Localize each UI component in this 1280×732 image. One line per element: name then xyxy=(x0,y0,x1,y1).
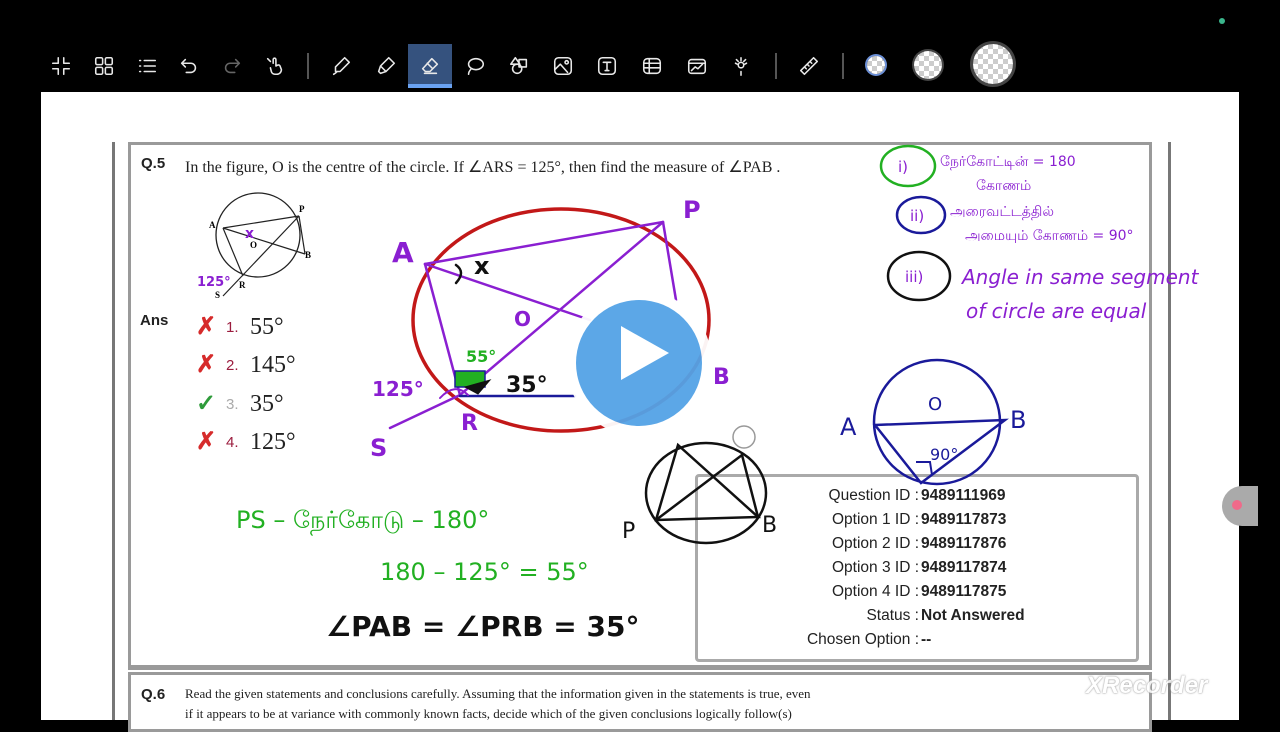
image-icon xyxy=(553,56,573,76)
question-figure: A P O B R S x 125° xyxy=(197,192,311,300)
option-value: 145° xyxy=(250,351,296,378)
fig-label-b: B xyxy=(305,250,311,260)
eraser-icon xyxy=(421,57,439,75)
fig-label-s: S xyxy=(215,290,220,300)
question-info-panel: Question ID :9489111969 Option 1 ID :948… xyxy=(695,474,1139,662)
fig-label-a: A xyxy=(209,220,216,230)
option-1: ✗ 1. 55° xyxy=(196,312,284,342)
eraser-button[interactable] xyxy=(408,44,452,88)
recorder-watermark: XRecorder xyxy=(1086,672,1208,699)
option-value: 55° xyxy=(250,313,284,340)
option-3: ✓ 3. 35° xyxy=(196,389,284,419)
image-button[interactable] xyxy=(541,44,585,88)
option-number: 4. xyxy=(226,433,239,451)
chart-icon xyxy=(687,58,707,75)
eraser-size-large[interactable] xyxy=(973,44,1013,84)
wrong-mark-icon: ✗ xyxy=(196,428,217,455)
option-2: ✗ 2. 145° xyxy=(196,350,296,380)
fig-label-p: P xyxy=(299,204,305,214)
laser-pointer-button[interactable] xyxy=(719,44,763,88)
question-text: In the figure, O is the centre of the ci… xyxy=(185,159,781,176)
toolbar-divider xyxy=(307,53,309,79)
table-icon xyxy=(642,57,662,75)
info-row-option3-id: Option 3 ID :9489117874 xyxy=(831,559,1007,576)
lasso-button[interactable] xyxy=(453,44,497,88)
page-border-right xyxy=(1168,142,1171,720)
table-button[interactable] xyxy=(630,44,674,88)
wrong-mark-icon: ✗ xyxy=(196,351,217,378)
pages-button[interactable] xyxy=(82,44,126,88)
option-number: 1. xyxy=(226,318,239,336)
play-button[interactable] xyxy=(566,290,712,436)
question-number: Q.6 xyxy=(141,686,166,703)
option-number: 3. xyxy=(226,395,239,413)
chart-button[interactable] xyxy=(675,44,719,88)
info-row-chosen-option: Chosen Option : -- xyxy=(806,631,932,648)
option-value: 125° xyxy=(250,428,296,455)
info-row-option2-id: Option 2 ID :9489117876 xyxy=(831,535,1007,552)
list-button[interactable] xyxy=(125,44,169,88)
pen-icon xyxy=(332,56,351,76)
collapse-icon xyxy=(51,56,71,76)
wrong-mark-icon: ✗ xyxy=(196,313,217,340)
grid-view-icon xyxy=(94,56,114,76)
touch-draw-icon xyxy=(266,57,283,76)
recording-indicator xyxy=(1219,18,1225,24)
highlighter-icon xyxy=(377,56,396,75)
toolbar-divider xyxy=(775,53,777,79)
option-value: 35° xyxy=(250,390,284,417)
info-row-option4-id: Option 4 ID :9489117875 xyxy=(831,583,1007,600)
text-icon xyxy=(597,56,617,76)
ruler-button[interactable] xyxy=(787,44,831,88)
question-6-card xyxy=(128,672,1152,732)
ink-125: 125° xyxy=(197,275,231,290)
question-number: Q.5 xyxy=(141,155,166,172)
question-text-line-1: Read the given statements and conclusion… xyxy=(185,686,811,701)
eraser-size-medium[interactable] xyxy=(914,51,942,79)
ink-x: x xyxy=(245,226,254,242)
ruler-icon xyxy=(799,56,819,76)
play-icon xyxy=(621,326,669,380)
page-border-left xyxy=(112,142,115,720)
collapse-button[interactable] xyxy=(39,44,83,88)
shapes-button[interactable] xyxy=(497,44,541,88)
redo-icon xyxy=(224,58,241,74)
annotation-toolbar xyxy=(0,40,1280,92)
laser-pointer-icon xyxy=(734,56,748,76)
undo-icon xyxy=(180,58,197,74)
answer-label: Ans xyxy=(140,312,169,329)
toolbar-divider xyxy=(842,53,844,79)
option-4: ✗ 4. 125° xyxy=(196,427,296,457)
touch-draw-button[interactable] xyxy=(253,44,297,88)
text-button[interactable] xyxy=(585,44,629,88)
eraser-size-small[interactable] xyxy=(867,56,885,74)
correct-mark-icon: ✓ xyxy=(196,390,217,417)
floating-side-handle[interactable] xyxy=(1222,486,1258,526)
info-row-question-id: Question ID :9489111969 xyxy=(828,487,1006,504)
info-row-status: Status : Not Answered xyxy=(866,607,1025,624)
list-icon xyxy=(138,59,157,73)
undo-button[interactable] xyxy=(167,44,211,88)
highlighter-button[interactable] xyxy=(364,44,408,88)
fig-label-r: R xyxy=(239,280,246,290)
info-row-option1-id: Option 1 ID :9489117873 xyxy=(831,511,1007,528)
option-number: 2. xyxy=(226,356,239,374)
shapes-icon xyxy=(509,56,528,75)
pen-button[interactable] xyxy=(319,44,363,88)
redo-button[interactable] xyxy=(210,44,254,88)
lasso-icon xyxy=(467,57,485,76)
